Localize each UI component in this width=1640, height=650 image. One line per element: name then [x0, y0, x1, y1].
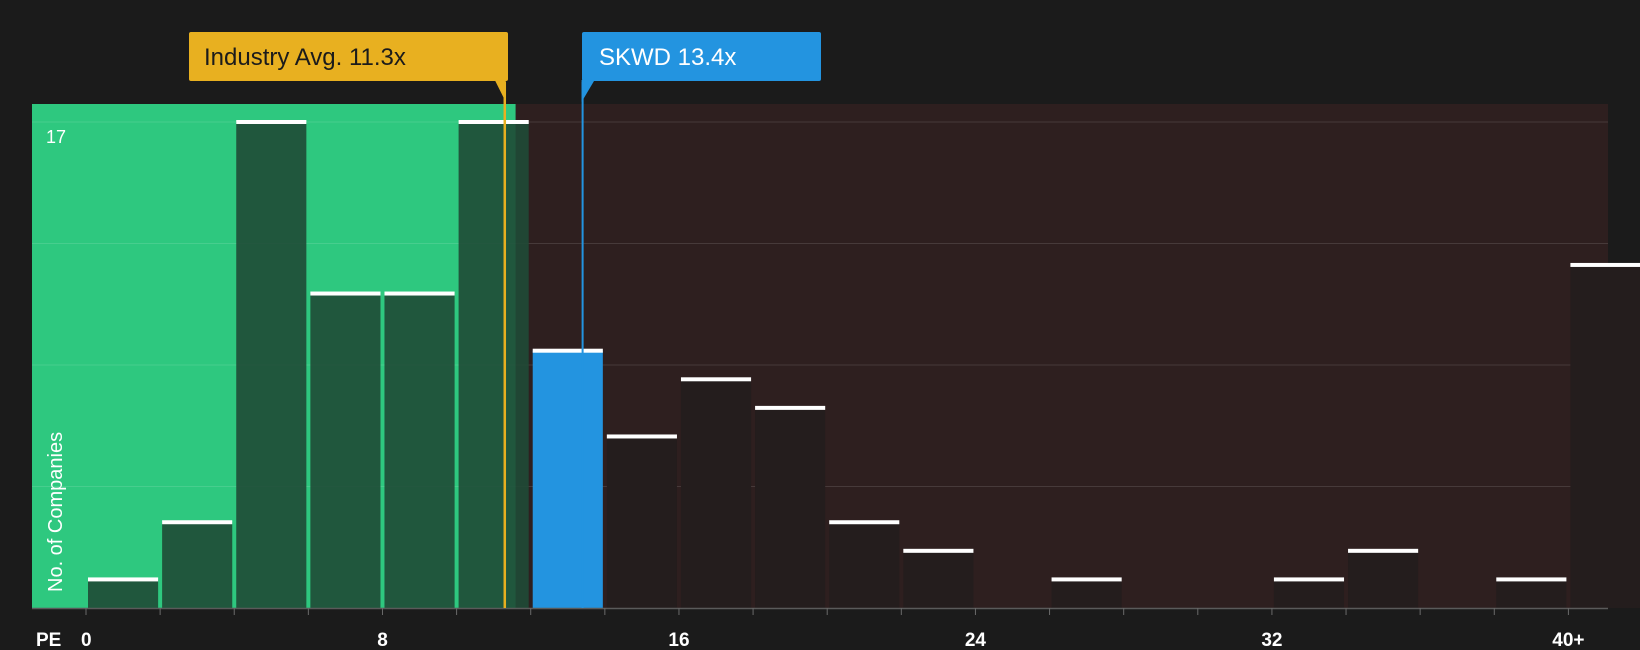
bar-cap	[236, 120, 307, 124]
bar-cap	[1348, 548, 1419, 553]
bar-cap	[755, 405, 826, 410]
histogram-bar	[162, 522, 233, 608]
bar-cap	[1570, 262, 1640, 267]
x-tick-label: 32	[1261, 630, 1282, 650]
histogram-bar	[236, 122, 307, 608]
histogram-bar	[1496, 579, 1567, 608]
bar-cap	[1273, 577, 1345, 582]
bar-cap	[162, 520, 233, 525]
x-tick-label: 8	[377, 630, 388, 650]
x-tick-label: 0	[81, 630, 92, 650]
x-tick-label: 40+	[1552, 630, 1584, 650]
histogram-bar	[606, 436, 677, 608]
bar-cap	[88, 577, 159, 582]
overvalued-zone	[515, 104, 1608, 608]
x-axis-ticks	[85, 608, 1569, 615]
x-axis-label: PE	[36, 630, 61, 650]
histogram-bar	[458, 122, 529, 608]
histogram-bar	[1051, 579, 1122, 608]
histogram-bar	[680, 379, 752, 608]
histogram-bar	[1273, 579, 1345, 608]
x-tick-label: 24	[965, 630, 987, 650]
histogram-bar	[903, 550, 974, 608]
y-tick-label: 17	[46, 127, 66, 147]
histogram-bar	[88, 579, 159, 608]
histogram-bar	[829, 522, 900, 608]
histogram-bar	[532, 350, 603, 608]
bar-cap	[903, 548, 974, 553]
x-tick-label: 16	[668, 630, 689, 650]
industry-avg-label: Industry Avg. 11.3x	[204, 44, 406, 71]
histogram-bar	[1570, 264, 1640, 608]
bar-cap	[1051, 577, 1122, 582]
y-axis-label: No. of Companies	[45, 432, 67, 592]
histogram-bar	[1348, 550, 1419, 608]
company-label: SKWD 13.4x	[599, 44, 736, 71]
bar-cap	[680, 377, 752, 382]
bar-cap	[458, 120, 529, 124]
histogram-bar	[310, 293, 381, 608]
histogram-bar	[384, 293, 455, 608]
histogram-bar	[755, 407, 826, 608]
bar-cap	[384, 291, 455, 296]
bar-cap	[1496, 577, 1567, 582]
bar-cap	[310, 291, 381, 296]
bar-cap	[829, 520, 900, 525]
bar-cap	[532, 348, 603, 353]
pe-distribution-chart: 17 No. of Companies PE 0 8 16 24 32 40+ Indus…	[0, 0, 1640, 650]
bar-cap	[606, 434, 677, 439]
